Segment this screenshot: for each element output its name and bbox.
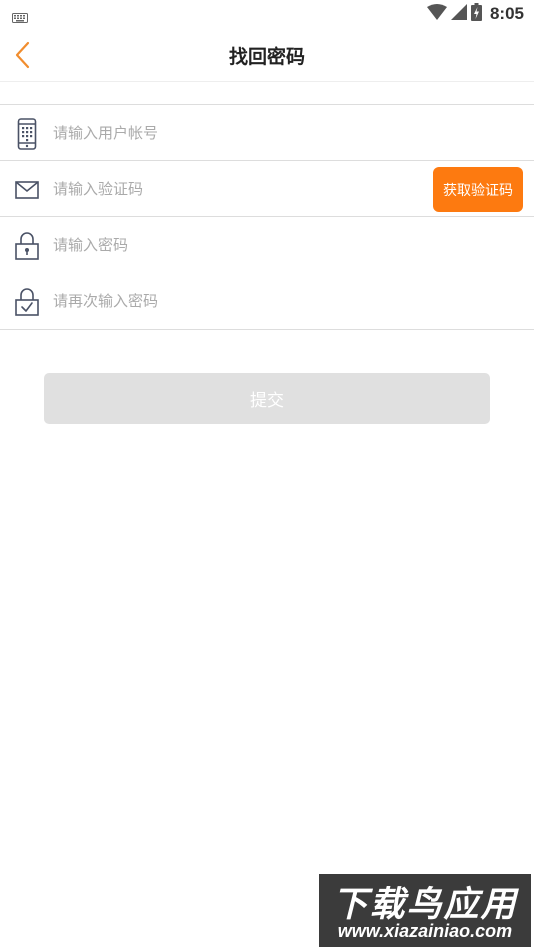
status-time: 8:05 <box>489 4 524 23</box>
lock-check-icon <box>13 286 41 318</box>
cell-signal-icon <box>450 4 467 24</box>
page-title: 找回密码 <box>228 46 305 68</box>
account-row <box>0 105 534 161</box>
code-row: 获取验证码 <box>0 161 534 217</box>
status-bar: 8:05 <box>0 0 534 28</box>
battery-charging-icon <box>470 3 482 25</box>
watermark-url: www.xiazainiao.com <box>337 921 513 941</box>
code-input[interactable] <box>53 171 423 207</box>
lock-icon <box>13 230 41 262</box>
watermark-logo: 下载鸟应用 www.xiazainiao.com <box>319 874 531 947</box>
status-icons: 8:05 <box>426 3 524 25</box>
keyboard-icon <box>12 8 28 27</box>
watermark-title: 下载鸟应用 <box>332 885 518 925</box>
password-row <box>0 217 534 273</box>
account-input[interactable] <box>53 115 423 151</box>
reset-password-form: 获取验证码 <box>0 104 534 330</box>
confirm-password-input[interactable] <box>53 283 423 319</box>
phone-icon <box>13 118 41 150</box>
get-code-button[interactable]: 获取验证码 <box>433 167 523 212</box>
mail-icon <box>13 174 41 206</box>
confirm-password-row <box>0 273 534 329</box>
password-input[interactable] <box>53 227 423 263</box>
nav-bar: 找回密码 <box>0 28 534 82</box>
submit-button[interactable]: 提交 <box>44 373 490 424</box>
wifi-icon <box>426 4 447 24</box>
